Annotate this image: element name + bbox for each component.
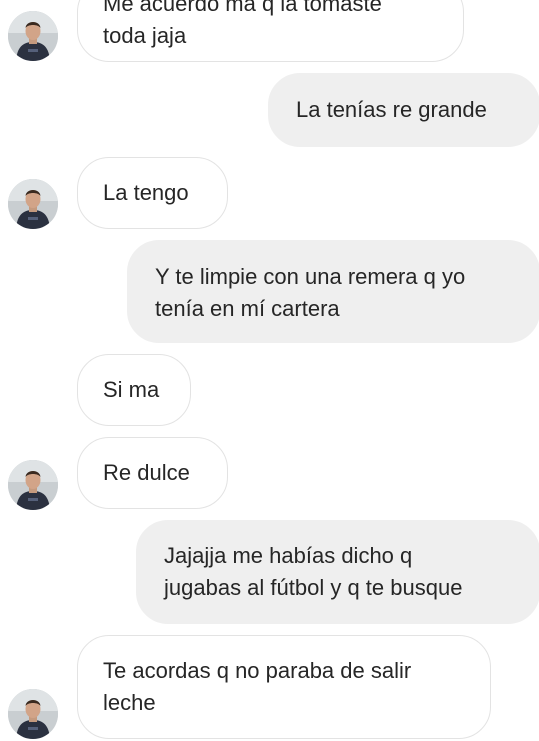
message-bubble-outgoing[interactable]: La tenías re grande [268,73,539,147]
contact-profile-photo-icon [8,11,58,61]
message-text-line: Te acordas q no paraba de salir [103,658,412,683]
message-text-line: Y te limpie con una remera q yo [155,264,466,289]
message-text-line: Jajajja me habías dicho q [164,543,413,568]
message-text-line: tenía en mí cartera [155,296,340,321]
message-text-line: Re dulce [103,460,190,485]
contact-profile-photo-icon [8,179,58,229]
message-text-line: jugabas al fútbol y q te busque [164,575,463,600]
message-bubble-incoming[interactable]: Te acordas q no paraba de salir leche [77,635,491,739]
message-text-line: leche [103,690,156,715]
message-bubble-incoming[interactable]: Me acuerdo ma q la tomaste toda jaja [77,0,464,62]
message-bubble-incoming[interactable]: Si ma [77,354,191,426]
message-bubble-incoming[interactable]: La tengo [77,157,228,229]
avatar[interactable] [8,689,58,739]
avatar[interactable] [8,460,58,510]
message-bubble-outgoing[interactable]: Jajajja me habías dicho q jugabas al fút… [136,520,539,624]
message-text-line: La tengo [103,180,189,205]
contact-profile-photo-icon [8,460,58,510]
contact-profile-photo-icon [8,689,58,739]
message-bubble-incoming[interactable]: Re dulce [77,437,228,509]
message-text-line: La tenías re grande [296,97,487,122]
avatar[interactable] [8,11,58,61]
message-bubble-outgoing[interactable]: Y te limpie con una remera q yo tenía en… [127,240,539,343]
message-text-line: Si ma [103,377,160,402]
avatar[interactable] [8,179,58,229]
message-text-line: Me acuerdo ma q la tomaste [103,0,382,16]
message-text-line: toda jaja [103,23,187,48]
